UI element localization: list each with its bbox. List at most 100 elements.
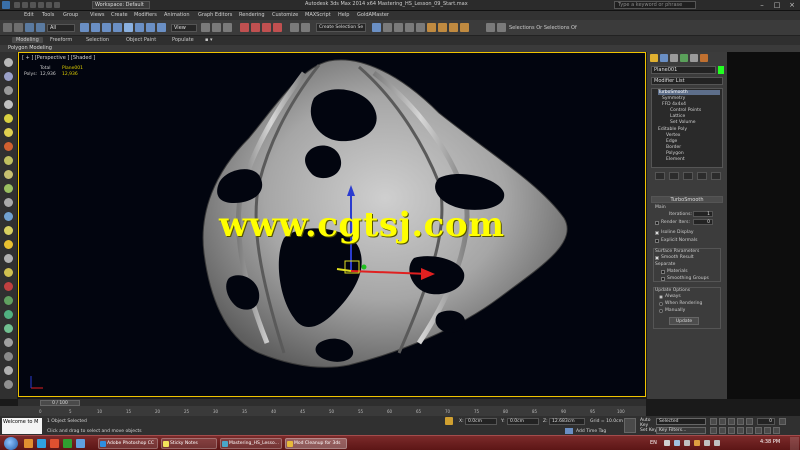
tab-freeform[interactable]: Freeform — [50, 37, 72, 43]
menu-help[interactable]: Help — [338, 12, 349, 18]
named-selection-dropdown[interactable]: Create Selection Se — [316, 23, 366, 32]
stack-item[interactable]: Symmetry — [662, 96, 685, 101]
redo-tool-icon[interactable] — [14, 23, 23, 32]
key-set-dropdown[interactable]: Selected — [656, 418, 706, 425]
hold-icon[interactable] — [54, 2, 60, 8]
render-setup-icon[interactable] — [438, 23, 447, 32]
update-button[interactable]: Update — [669, 317, 699, 325]
manually-radio[interactable] — [659, 309, 663, 313]
go-to-start-icon[interactable] — [710, 418, 717, 425]
taskbar-pinned-icon-2[interactable] — [37, 439, 46, 448]
lt-tool-icon-17[interactable] — [4, 282, 13, 291]
add-time-tag[interactable]: Add Time Tag — [576, 429, 606, 434]
workspace-dropdown[interactable]: Workspace: Default — [92, 1, 150, 9]
select-by-name-icon[interactable] — [91, 23, 100, 32]
tray-icon-2[interactable] — [674, 440, 680, 446]
link-icon[interactable] — [25, 23, 34, 32]
show-desktop-button[interactable] — [790, 437, 799, 450]
snaps-toggle-icon[interactable] — [240, 23, 249, 32]
open-file-icon[interactable] — [22, 2, 28, 8]
taskbar-pinned-icon-5[interactable] — [76, 439, 85, 448]
pan-icon[interactable] — [755, 427, 762, 434]
time-config-icon[interactable] — [779, 418, 786, 425]
menu-tools[interactable]: Tools — [42, 12, 54, 18]
stack-item[interactable]: Set Volume — [670, 120, 696, 125]
zoom-extents-all-icon[interactable] — [737, 427, 744, 434]
key-mode-icon[interactable] — [624, 418, 636, 433]
tray-icon-1[interactable] — [664, 440, 670, 446]
curve-editor-icon[interactable] — [405, 23, 414, 32]
make-unique-icon[interactable] — [683, 172, 693, 180]
new-file-icon[interactable] — [14, 2, 20, 8]
lt-tool-icon-9[interactable] — [4, 170, 13, 179]
hierarchy-tab-icon[interactable] — [670, 54, 678, 62]
stack-item[interactable]: Border — [666, 145, 681, 150]
key-filters-button[interactable]: Key Filters... — [656, 427, 706, 434]
lt-tool-icon-13[interactable] — [4, 226, 13, 235]
graphite-tools-icon[interactable] — [394, 23, 403, 32]
field-of-view-icon[interactable] — [746, 427, 753, 434]
x-coordinate-field[interactable]: 0.0cm — [465, 418, 497, 425]
render-iters-spinner[interactable]: 0 — [693, 219, 713, 225]
motion-tab-icon[interactable] — [680, 54, 688, 62]
unlink-icon[interactable] — [36, 23, 45, 32]
taskbar-pinned-icon-3[interactable] — [50, 439, 59, 448]
ribbon-options-icon[interactable]: ▪ ▾ — [205, 37, 213, 43]
taskbar-item-3dsmax[interactable]: Mastering_HS_Lesso... — [220, 438, 282, 449]
time-tag-icon[interactable] — [565, 428, 573, 434]
lt-tool-icon-3[interactable] — [4, 86, 13, 95]
iterations-spinner[interactable]: 1 — [693, 211, 713, 217]
zoom-extents-icon[interactable] — [728, 427, 735, 434]
align-icon[interactable] — [372, 23, 381, 32]
lt-tool-icon-4[interactable] — [4, 100, 13, 109]
rectangular-selection-icon[interactable] — [102, 23, 111, 32]
display-tab-icon[interactable] — [690, 54, 698, 62]
select-manipulate-icon[interactable] — [212, 23, 221, 32]
lt-tool-icon-10[interactable] — [4, 184, 13, 193]
selection-filter-dropdown[interactable]: All — [47, 24, 75, 32]
edit-named-selection-icon[interactable] — [290, 23, 299, 32]
taskbar-item-photoshop[interactable]: Adobe Photoshop CC — [98, 438, 158, 449]
modify-tab-icon[interactable] — [660, 54, 668, 62]
undo-tool-icon[interactable] — [3, 23, 12, 32]
lt-tool-icon-23[interactable] — [4, 366, 13, 375]
lt-tool-icon-22[interactable] — [4, 352, 13, 361]
lt-tool-icon-2[interactable] — [4, 72, 13, 81]
menu-views[interactable]: Views — [90, 12, 104, 18]
explicit-normals-checkbox[interactable] — [655, 239, 659, 243]
app-menu-icon[interactable] — [2, 1, 10, 9]
taskbar-pinned-icon-4[interactable] — [63, 439, 72, 448]
taskbar-clock[interactable]: 4:38 PM — [760, 439, 780, 445]
smoothing-groups-checkbox[interactable] — [661, 277, 665, 281]
save-file-icon[interactable] — [30, 2, 36, 8]
window-crossing-icon[interactable] — [113, 23, 122, 32]
lt-tool-icon-20[interactable] — [4, 324, 13, 333]
maxscript-listener[interactable]: Welcome to M — [2, 418, 42, 434]
zoom-icon[interactable] — [710, 427, 717, 434]
lt-tool-icon-1[interactable] — [4, 58, 13, 67]
material-editor-icon[interactable] — [427, 23, 436, 32]
trackbar[interactable]: 0 5 10 15 20 25 30 35 40 45 50 55 60 65 … — [0, 406, 646, 416]
remove-modifier-icon[interactable] — [697, 172, 707, 180]
select-place-icon[interactable] — [157, 23, 166, 32]
pin-stack-icon[interactable] — [655, 172, 665, 180]
angle-snap-icon[interactable] — [251, 23, 260, 32]
schematic-view-icon[interactable] — [416, 23, 425, 32]
volume-icon[interactable] — [714, 440, 720, 446]
go-to-end-icon[interactable] — [746, 418, 753, 425]
pivot-center-icon[interactable] — [201, 23, 210, 32]
materials-checkbox[interactable] — [661, 270, 665, 274]
stack-item[interactable]: Element — [666, 157, 685, 162]
play-icon[interactable] — [728, 418, 735, 425]
lt-tool-icon-14[interactable] — [4, 240, 13, 249]
reference-coordinate-dropdown[interactable]: View — [171, 24, 197, 32]
stack-item[interactable]: Edge — [666, 139, 677, 144]
modifier-list-dropdown[interactable]: Modifier List — [651, 77, 723, 85]
selection-set-label[interactable]: Selections Or Selections Of — [509, 25, 577, 31]
perspective-viewport[interactable]: [ + ] [Perspective ] [Shaded ] Total Plan… — [18, 52, 646, 397]
spinner-snap-icon[interactable] — [273, 23, 282, 32]
network-icon[interactable] — [704, 440, 710, 446]
smooth-result-checkbox[interactable] — [655, 256, 659, 260]
undo-icon[interactable] — [38, 2, 44, 8]
layer-manager-icon[interactable] — [383, 23, 392, 32]
